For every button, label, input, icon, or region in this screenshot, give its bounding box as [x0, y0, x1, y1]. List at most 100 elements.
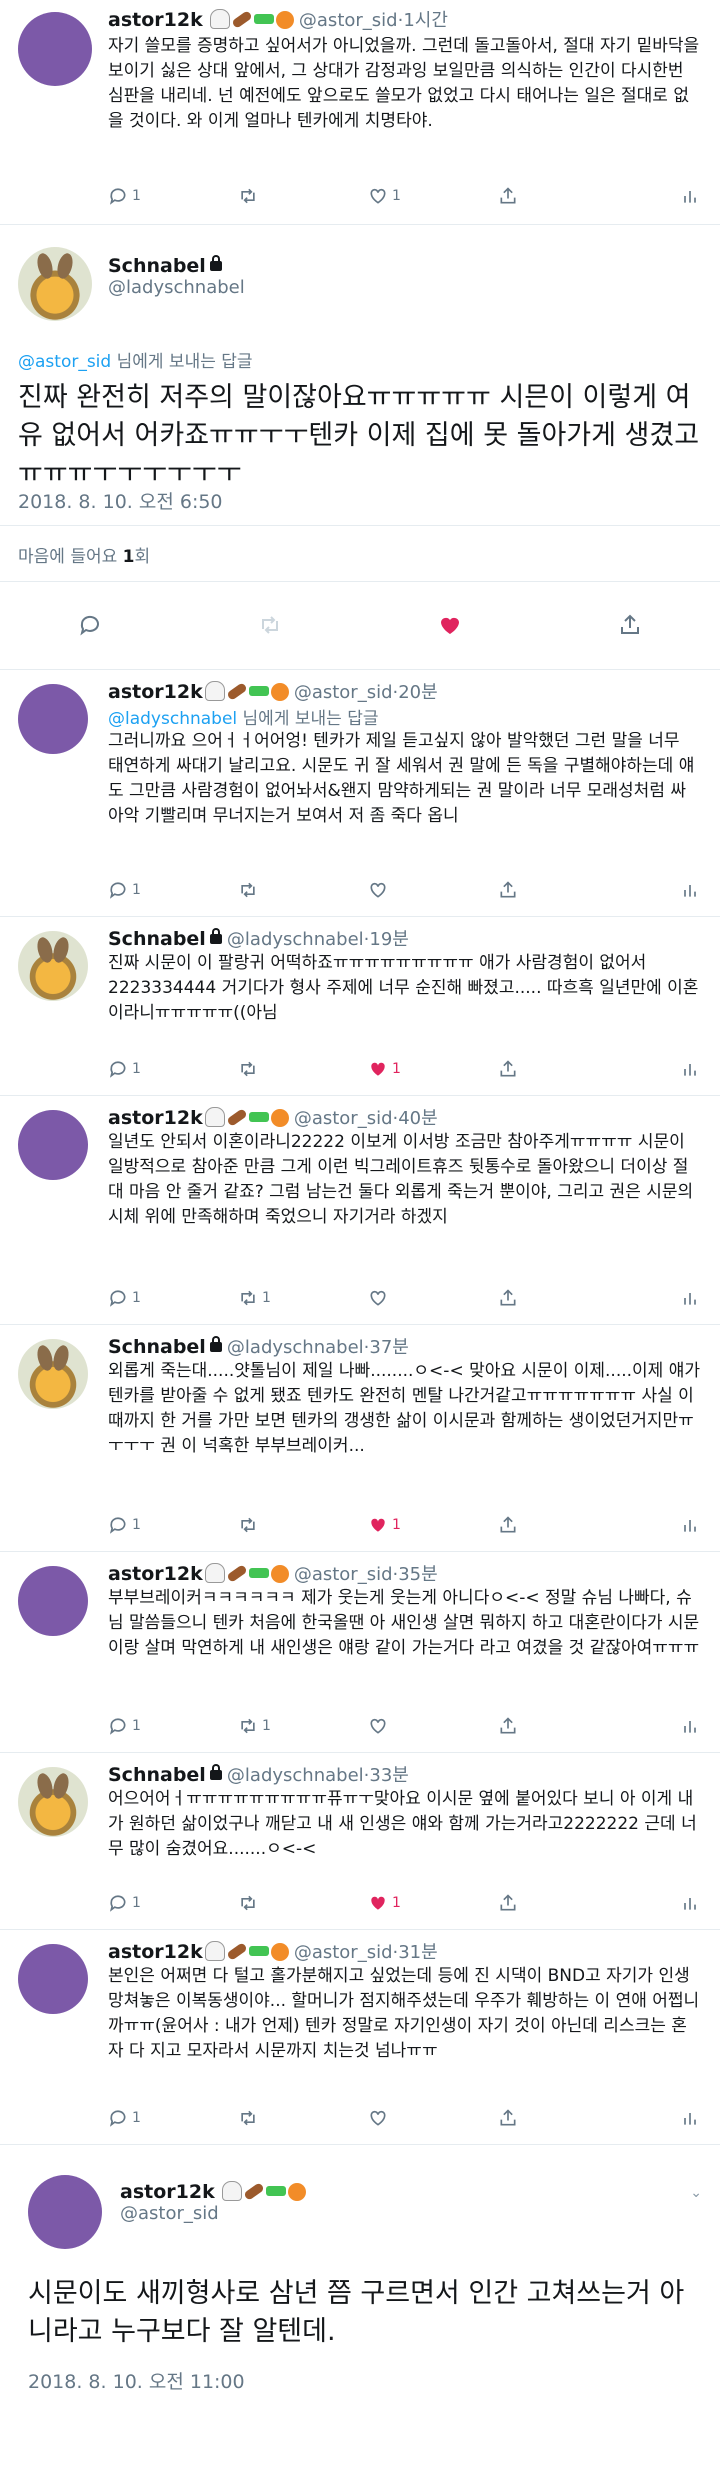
like-button[interactable]: 1 — [368, 1059, 498, 1079]
reply-tweet[interactable]: astor12k @astor_sid·40분 일년도 안되서 이혼이라니222… — [0, 1096, 720, 1325]
share-button[interactable] — [498, 2108, 628, 2128]
reply-button[interactable]: 1 — [108, 1515, 238, 1535]
retweet-button[interactable] — [238, 1515, 368, 1535]
tweet-time[interactable]: 19분 — [369, 929, 408, 950]
share-button[interactable] — [498, 1716, 628, 1736]
reply-button[interactable]: 1 — [108, 1893, 238, 1913]
author-name[interactable]: Schnabel — [108, 1336, 206, 1358]
reply-tweet[interactable]: Schnabel @ladyschnabel·33분 어으어어ㅓㅠㅠㅠㅠㅠㅠㅠㅠ… — [0, 1753, 720, 1930]
avatar[interactable] — [18, 1110, 88, 1180]
reply-tweet[interactable]: Schnabel @ladyschnabel·37분 외롭게 죽는대.....얏… — [0, 1325, 720, 1552]
tweet-time[interactable]: 31분 — [398, 1942, 437, 1963]
like-button[interactable]: 1 — [368, 1515, 498, 1535]
analytics-button[interactable] — [680, 880, 700, 900]
reply-button[interactable]: 1 — [108, 2108, 238, 2128]
like-button[interactable]: 1 — [368, 1893, 498, 1913]
like-button[interactable] — [368, 1288, 498, 1308]
author-handle[interactable]: @astor_sid — [294, 1942, 393, 1963]
author-name[interactable]: Schnabel — [108, 928, 206, 950]
author-name[interactable]: astor12k — [108, 1563, 203, 1585]
share-button[interactable] — [498, 880, 628, 900]
reply-tweet[interactable]: astor12k @astor_sid·35분 부부브레이커ㅋㅋㅋㅋㅋㅋ 제가 … — [0, 1552, 720, 1753]
tweet-time[interactable]: 40분 — [398, 1108, 437, 1129]
avatar[interactable] — [18, 12, 92, 86]
author-name[interactable]: Schnabel — [108, 255, 206, 277]
tweet-time[interactable]: 1시간 — [403, 10, 448, 31]
avatar[interactable] — [18, 1944, 88, 2014]
author-name[interactable]: Schnabel — [108, 1764, 206, 1786]
author-handle[interactable]: @ladyschnabel — [227, 1765, 364, 1786]
avatar[interactable] — [18, 1339, 88, 1409]
author-handle[interactable]: @astor_sid — [299, 10, 398, 31]
author-handle[interactable]: @astor_sid — [294, 682, 393, 703]
analytics-button[interactable] — [680, 1893, 700, 1913]
retweet-button[interactable] — [238, 880, 368, 900]
tweet-timestamp[interactable]: 2018. 8. 10. 오전 11:00 — [28, 2367, 245, 2394]
author-name[interactable]: astor12k — [108, 1107, 203, 1129]
tweet-time[interactable]: 33분 — [369, 1765, 408, 1786]
like-button[interactable]: 1 — [368, 186, 498, 206]
author-name[interactable]: astor12k — [120, 2181, 215, 2203]
share-button[interactable] — [498, 1288, 628, 1308]
share-button[interactable] — [498, 186, 628, 206]
reply-button[interactable]: 1 — [108, 186, 238, 206]
chevron-down-icon[interactable]: ⌄ — [690, 2185, 702, 2201]
tweet-top[interactable]: astor12k @astor_sid·1시간 자기 쓸모를 증명하고 싶어서가… — [0, 0, 720, 225]
analytics-button[interactable] — [680, 1515, 700, 1535]
reply-icon[interactable] — [78, 613, 102, 637]
author-handle[interactable]: @astor_sid — [120, 2203, 306, 2224]
retweet-button[interactable]: 1 — [238, 1716, 368, 1736]
reply-button[interactable]: 1 — [108, 1716, 238, 1736]
analytics-button[interactable] — [680, 1716, 700, 1736]
avatar[interactable] — [18, 1566, 88, 1636]
author-name[interactable]: astor12k — [108, 9, 203, 31]
like-count[interactable]: 1 — [123, 547, 135, 567]
analytics-button[interactable] — [680, 2108, 700, 2128]
ghost-icon — [204, 1107, 225, 1127]
analytics-icon — [684, 1064, 696, 1076]
analytics-button[interactable] — [680, 1288, 700, 1308]
author-name[interactable]: astor12k — [108, 1941, 203, 1963]
retweet-icon[interactable] — [258, 613, 282, 637]
heart-icon[interactable] — [438, 613, 462, 637]
author-handle[interactable]: @ladyschnabel — [227, 1337, 364, 1358]
author-name[interactable]: astor12k — [108, 681, 203, 703]
tweet-time[interactable]: 37분 — [369, 1337, 408, 1358]
like-button[interactable] — [368, 880, 498, 900]
tweet-timestamp[interactable]: 2018. 8. 10. 오전 6:50 — [18, 487, 223, 514]
like-button[interactable] — [368, 2108, 498, 2128]
reply-button[interactable]: 1 — [108, 880, 238, 900]
avatar[interactable] — [18, 247, 92, 321]
share-button[interactable] — [498, 1059, 628, 1079]
reply-tweet[interactable]: astor12k @astor_sid·20분 @ladyschnabel 님에… — [0, 670, 720, 917]
reply-context: @astor_sid 님에게 보내는 답글 — [18, 352, 253, 372]
tweet-time[interactable]: 35분 — [398, 1564, 437, 1585]
like-button[interactable] — [368, 1716, 498, 1736]
avatar[interactable] — [18, 1767, 88, 1837]
avatar[interactable] — [18, 931, 88, 1001]
author-handle[interactable]: @ladyschnabel — [227, 929, 364, 950]
tweet-time[interactable]: 20분 — [398, 682, 437, 703]
author-handle[interactable]: @ladyschnabel — [108, 277, 245, 298]
retweet-button[interactable] — [238, 2108, 368, 2128]
analytics-button[interactable] — [680, 1059, 700, 1079]
author-handle[interactable]: @astor_sid — [294, 1108, 393, 1129]
reply-tweet[interactable]: astor12k @astor_sid·31분 본인은 어쩌면 다 털고 홀가분… — [0, 1930, 720, 2145]
reply-button[interactable]: 1 — [108, 1059, 238, 1079]
reply-icon — [109, 2110, 126, 2127]
retweet-button[interactable]: 1 — [238, 1288, 368, 1308]
retweet-button[interactable] — [238, 1893, 368, 1913]
share-button[interactable] — [498, 1893, 628, 1913]
share-icon[interactable] — [618, 613, 642, 637]
reply-button[interactable]: 1 — [108, 1288, 238, 1308]
author-handle[interactable]: @astor_sid — [294, 1564, 393, 1585]
reply-mention-link[interactable]: @ladyschnabel — [108, 709, 237, 729]
retweet-button[interactable] — [238, 1059, 368, 1079]
share-button[interactable] — [498, 1515, 628, 1535]
reply-tweet[interactable]: Schnabel @ladyschnabel·19분 진짜 시문이 이 팔랑귀 … — [0, 917, 720, 1096]
analytics-button[interactable] — [680, 186, 700, 206]
avatar[interactable] — [18, 684, 88, 754]
retweet-button[interactable] — [238, 186, 368, 206]
avatar[interactable] — [28, 2175, 102, 2249]
reply-mention-link[interactable]: @astor_sid — [18, 352, 111, 372]
